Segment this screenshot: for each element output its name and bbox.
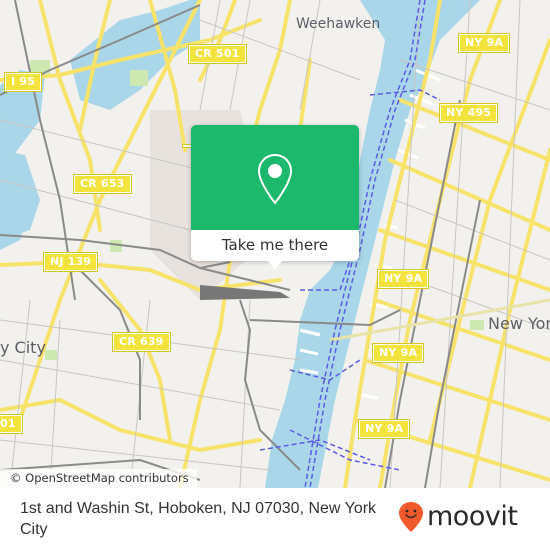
route-shield-i95: I 95 — [3, 72, 43, 92]
route-shield-nj139: NJ 139 — [42, 252, 99, 272]
location-popup: Take me there — [191, 125, 359, 269]
route-shield-cr501-left: 01 — [0, 414, 23, 434]
popup-pointer — [267, 260, 283, 269]
route-shield-cr653: CR 653 — [73, 174, 132, 194]
route-shield-ny9a-mid1: NY 9A — [376, 269, 430, 289]
take-me-there-button[interactable]: Take me there — [191, 230, 359, 261]
route-shield-cr501: CR 501 — [188, 44, 247, 64]
route-shield-ny9a-mid2: NY 9A — [371, 343, 425, 363]
route-shield-cr639: CR 639 — [112, 332, 171, 352]
place-label-jersey-city: y City — [0, 338, 46, 357]
popup-header — [191, 125, 359, 230]
route-shield-ny9a-bottom: NY 9A — [357, 419, 411, 439]
moovit-logo[interactable]: moovit — [398, 500, 518, 534]
route-shield-ny495: NY 495 — [438, 103, 499, 123]
route-shield-ny9a-top: NY 9A — [457, 33, 511, 53]
map-pin-icon — [257, 153, 293, 205]
address-text: 1st and Washin St, Hoboken, NJ 07030, Ne… — [20, 500, 377, 538]
moovit-pin-smile-icon — [399, 502, 423, 532]
map-attribution[interactable]: © OpenStreetMap contributors — [0, 469, 197, 488]
place-label-new-york: New Yor — [488, 314, 550, 333]
footer: 1st and Washin St, Hoboken, NJ 07030, Ne… — [0, 488, 550, 550]
moovit-wordmark: moovit — [427, 501, 518, 532]
place-label-weehawken: Weehawken — [296, 16, 381, 32]
map[interactable]: Weehawken New Yor y City I 95 CR 501 CR … — [0, 0, 550, 488]
